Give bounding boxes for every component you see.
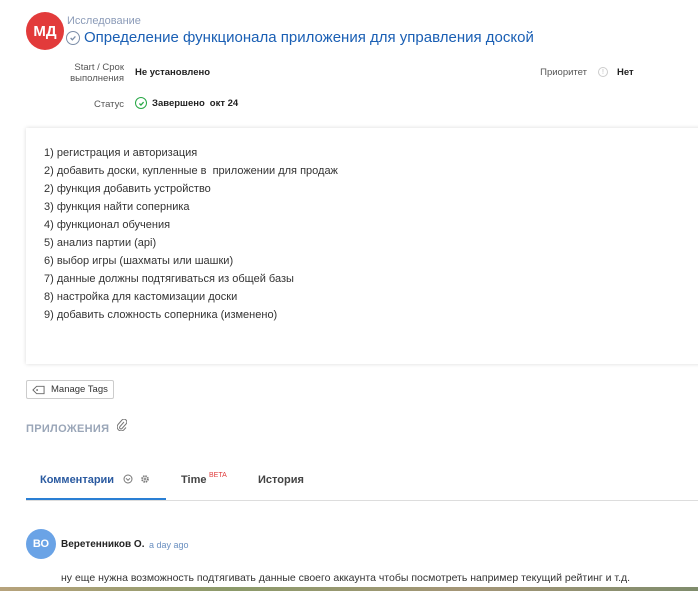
tab-history[interactable]: История xyxy=(258,474,304,486)
comment-text: ну еще нужна возможность подтягивать дан… xyxy=(61,572,631,584)
description-line: 9) добавить сложность соперника (изменен… xyxy=(44,309,278,321)
description-line: 2) добавить доски, купленные в приложени… xyxy=(44,165,338,177)
status-date: окт 24 xyxy=(209,97,239,109)
attachments-title: ПРИЛОЖЕНИЯ xyxy=(26,423,110,435)
status-label: Статус xyxy=(93,99,124,110)
priority-icon: ! xyxy=(598,67,608,77)
page-title[interactable]: Определение функционала приложения для у… xyxy=(84,29,534,46)
description-line: 6) выбор игры (шахматы или шашки) xyxy=(44,255,234,267)
tag-icon xyxy=(32,385,45,394)
start-due-value[interactable]: Не установлено xyxy=(135,67,210,78)
chevron-down-circle-icon[interactable] xyxy=(123,474,133,487)
beta-badge: BETA xyxy=(209,472,227,479)
description-line: 8) настройка для кастомизации доски xyxy=(44,291,238,303)
tabs-divider xyxy=(26,500,698,501)
priority-value[interactable]: Нет xyxy=(617,67,634,78)
status-field[interactable]: Завершено окт 24 xyxy=(135,97,238,109)
description-line: 7) данные должны подтягиваться из общей … xyxy=(44,273,294,285)
description-line: 3) функция найти соперника xyxy=(44,201,190,213)
description-line: 4) функционал обучения xyxy=(44,219,171,231)
description-line: 2) функция добавить устройство xyxy=(44,183,211,195)
status-value: Завершено xyxy=(152,97,205,109)
comment-avatar: ВО xyxy=(26,529,56,559)
active-tab-indicator xyxy=(26,498,166,500)
tab-time[interactable]: Time xyxy=(181,474,206,486)
complete-check-icon[interactable] xyxy=(66,30,80,45)
comment-timestamp: a day ago xyxy=(149,540,189,550)
tab-comments-label: Комментарии xyxy=(40,474,115,486)
start-due-label: Start / Срок выполнения xyxy=(70,62,124,84)
manage-tags-label: Manage Tags xyxy=(51,384,108,395)
description-line: 5) анализ партии (api) xyxy=(44,237,157,249)
priority-label: Приоритет xyxy=(540,67,587,78)
paperclip-icon[interactable] xyxy=(116,418,128,434)
status-check-icon xyxy=(135,97,147,109)
description-box[interactable]: 1) регистрация и авторизация 2) добавить … xyxy=(26,128,698,364)
description-line: 1) регистрация и авторизация xyxy=(44,147,198,159)
background-strip xyxy=(0,587,698,591)
comment-author[interactable]: Веретенников О. xyxy=(61,539,144,550)
title-row: Определение функционала приложения для у… xyxy=(66,29,534,46)
manage-tags-button[interactable]: Manage Tags xyxy=(26,380,114,399)
breadcrumb[interactable]: Исследование xyxy=(67,15,141,27)
gear-icon[interactable] xyxy=(140,474,150,487)
task-avatar: МД xyxy=(26,12,64,50)
tab-comments[interactable]: Комментарии xyxy=(40,474,150,487)
